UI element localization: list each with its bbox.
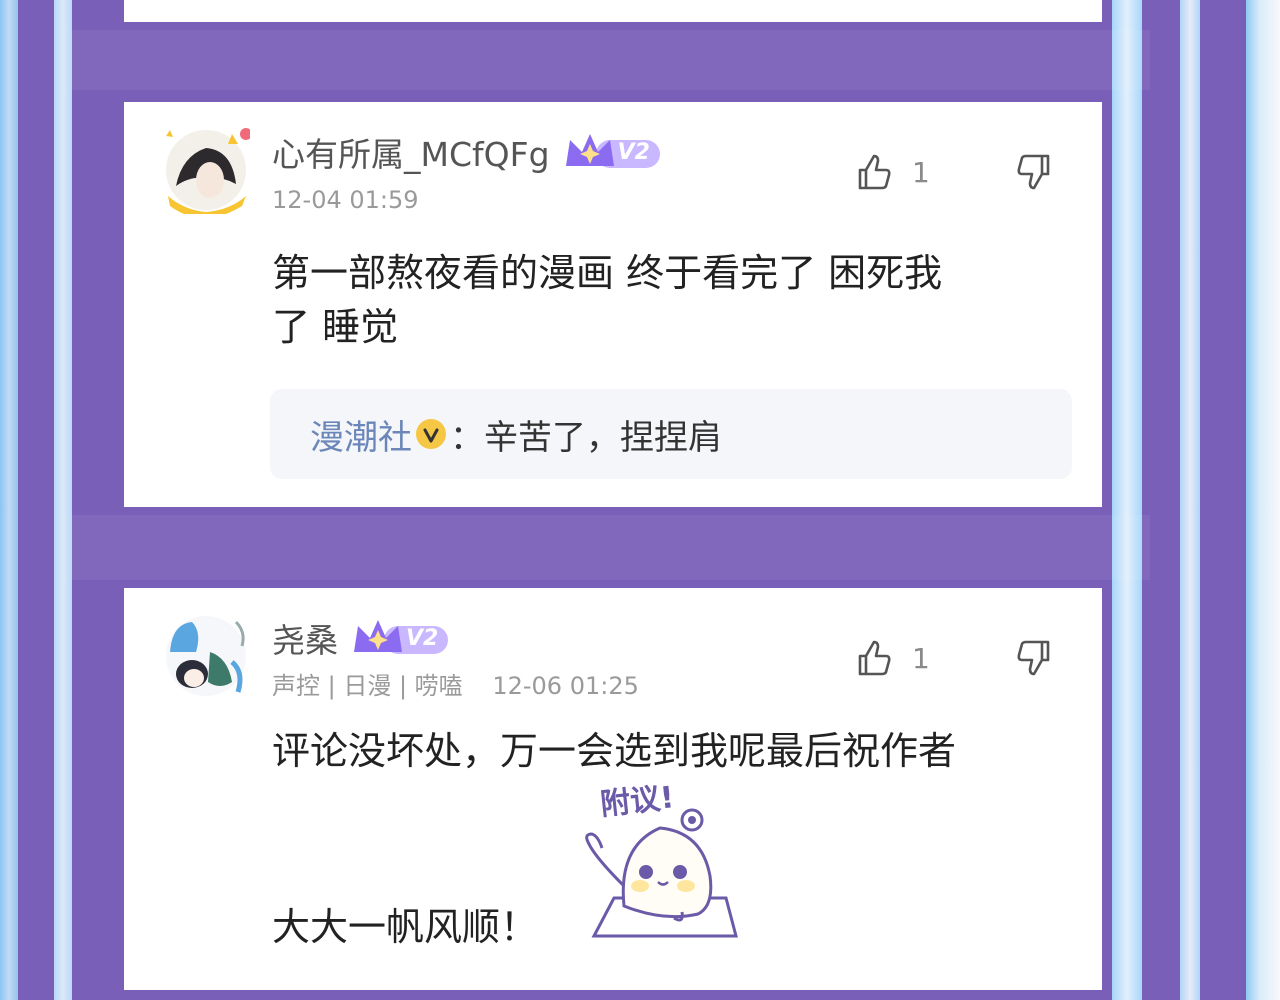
like-button[interactable]: 1 bbox=[854, 638, 930, 678]
like-button[interactable]: 1 bbox=[854, 152, 930, 192]
level-label: V2 bbox=[406, 625, 439, 651]
thumbs-up-icon bbox=[858, 640, 891, 676]
background-glow-stripe bbox=[1180, 0, 1200, 1000]
like-count: 1 bbox=[912, 641, 930, 675]
user-tags: 声控 | 日漫 | 唠嗑 bbox=[272, 672, 463, 700]
comment-text: 第一部熬夜看的漫画 终于看完了 困死我 了 睡觉 bbox=[272, 246, 942, 354]
username[interactable]: 尧桑 bbox=[272, 614, 338, 662]
dislike-button[interactable] bbox=[1014, 638, 1054, 682]
reply-separator: ： bbox=[450, 417, 484, 458]
username-row: 尧桑 V2 bbox=[272, 614, 448, 662]
dislike-button[interactable] bbox=[1014, 152, 1054, 196]
vip-level-badge: V2 bbox=[562, 134, 660, 169]
background-glow-stripe bbox=[0, 0, 18, 1000]
background-band bbox=[70, 515, 1150, 580]
ghost-sticker-icon bbox=[585, 808, 738, 938]
comment-text-line: 评论没坏处，万一会选到我呢最后祝作者 bbox=[272, 729, 957, 773]
comment-text-line: 了 睡觉 bbox=[272, 305, 399, 349]
like-count: 1 bbox=[912, 155, 930, 189]
comment-meta: 12-04 01:59 bbox=[272, 186, 419, 214]
thumbs-down-icon bbox=[1017, 154, 1050, 190]
username[interactable]: 心有所属_MCfQFg bbox=[272, 128, 550, 176]
comment-meta: 声控 | 日漫 | 唠嗑 12-06 01:25 bbox=[272, 666, 639, 701]
background-glow-stripe bbox=[1246, 0, 1280, 1000]
timestamp: 12-04 01:59 bbox=[272, 186, 419, 214]
background-band bbox=[70, 30, 1150, 90]
comment-card-previous bbox=[124, 0, 1102, 22]
comment-card: 尧桑 V2 声控 | 日漫 | 唠嗑 12-06 01:25 1 评论没坏处，万… bbox=[124, 588, 1102, 990]
vip-level-badge: V2 bbox=[350, 620, 448, 655]
reply-preview[interactable]: 漫潮社 ： 辛苦了，捏捏肩 bbox=[270, 389, 1072, 479]
level-label: V2 bbox=[617, 139, 650, 165]
verified-v-icon bbox=[416, 419, 446, 449]
sticker: 附议! bbox=[574, 776, 754, 952]
username-row: 心有所属_MCfQFg V2 bbox=[272, 128, 660, 176]
reply-author[interactable]: 漫潮社 bbox=[310, 410, 412, 459]
background-glow-stripe bbox=[1112, 0, 1142, 1000]
thumbs-down-icon bbox=[1017, 640, 1050, 676]
comment-card: 心有所属_MCfQFg V2 12-04 01:59 1 第一部熬夜看的漫画 终… bbox=[124, 102, 1102, 507]
user-avatar[interactable] bbox=[162, 612, 250, 700]
comment-text-line: 第一部熬夜看的漫画 终于看完了 困死我 bbox=[272, 251, 943, 295]
comment-text-line: 大大一帆风顺！ bbox=[272, 905, 539, 949]
thumbs-up-icon bbox=[858, 154, 891, 190]
timestamp: 12-06 01:25 bbox=[492, 672, 639, 700]
reply-text: 辛苦了，捏捏肩 bbox=[484, 417, 722, 458]
background-glow-stripe bbox=[54, 0, 72, 1000]
user-avatar[interactable] bbox=[162, 126, 250, 214]
